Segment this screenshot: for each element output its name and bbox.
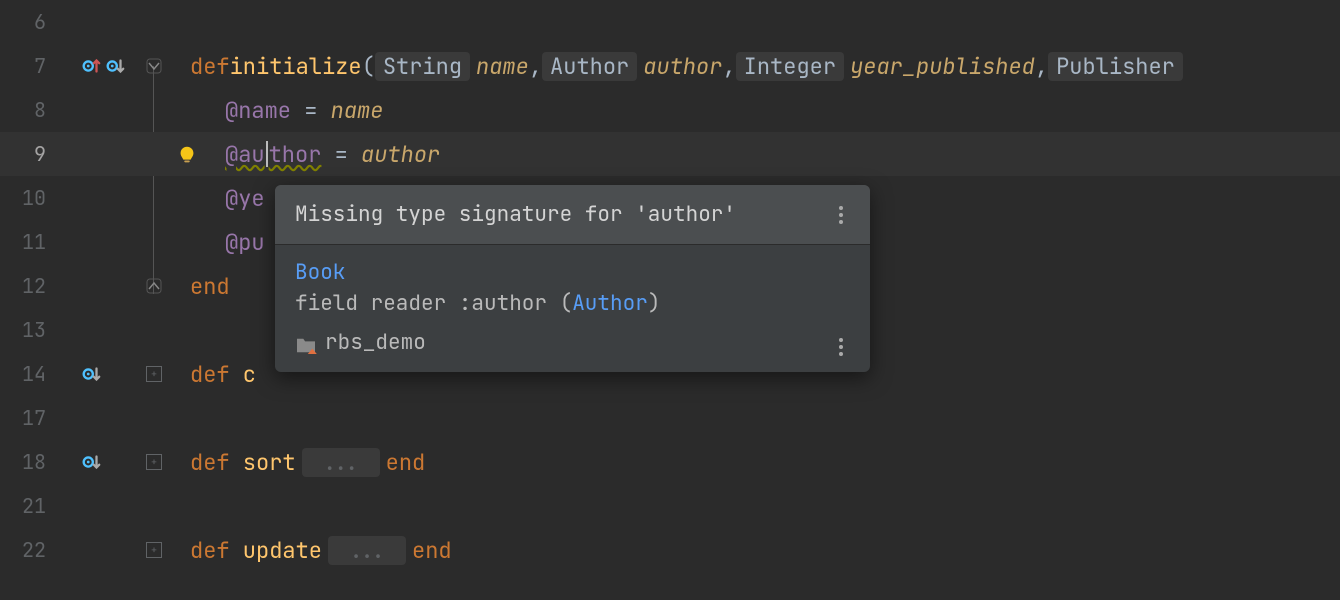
- param: name: [476, 52, 529, 81]
- code-line-active[interactable]: @author = author: [170, 132, 1340, 176]
- line-number: 22: [0, 537, 50, 563]
- method-name: sort: [230, 448, 296, 477]
- gutter-line: 21: [0, 484, 170, 528]
- line-number: 12: [0, 273, 50, 299]
- inspection-tooltip: Missing type signature for 'author' Book…: [275, 185, 870, 372]
- gutter-line: 17: [0, 396, 170, 440]
- code-line[interactable]: def initialize( Stringname, Authorauthor…: [170, 44, 1340, 88]
- param: author: [643, 52, 722, 81]
- more-actions-icon[interactable]: [832, 206, 850, 224]
- override-down-icon[interactable]: [80, 451, 102, 473]
- project-folder-icon: [295, 334, 317, 352]
- tooltip-type: Author: [572, 290, 648, 317]
- ivar-warning: thor: [269, 140, 322, 169]
- gutter: 6 7 8 9 10 11: [0, 0, 170, 600]
- paren-open: (: [362, 52, 375, 81]
- tooltip-body: Book field reader :author (Author) rbs_d…: [275, 244, 870, 372]
- keyword-def: def: [190, 360, 230, 389]
- folded-code[interactable]: ...: [328, 536, 406, 565]
- line-number: 6: [0, 9, 50, 35]
- method-name: initialize: [230, 52, 362, 81]
- code-line[interactable]: @name = name: [170, 88, 1340, 132]
- code-line[interactable]: [170, 396, 1340, 440]
- fold-expand-icon[interactable]: +: [146, 542, 162, 558]
- line-number: 9: [0, 141, 50, 167]
- param-ref: author: [361, 140, 440, 169]
- gutter-line: 10: [0, 176, 170, 220]
- keyword-end: end: [190, 272, 230, 301]
- fold-expand-icon[interactable]: +: [146, 366, 162, 382]
- line-number: 7: [0, 53, 50, 79]
- keyword-end: end: [412, 536, 452, 565]
- keyword-def: def: [190, 448, 230, 477]
- line-number: 21: [0, 493, 50, 519]
- gutter-line: 13: [0, 308, 170, 352]
- code-line[interactable]: def update ... end: [170, 528, 1340, 572]
- code-line[interactable]: [170, 484, 1340, 528]
- code-line[interactable]: def sort ... end: [170, 440, 1340, 484]
- fold-expand-icon[interactable]: +: [146, 454, 162, 470]
- more-actions-icon[interactable]: [832, 338, 850, 356]
- line-number: 14: [0, 361, 50, 387]
- ivar: @pu: [225, 228, 265, 257]
- line-number: 10: [0, 185, 50, 211]
- gutter-line: 6: [0, 0, 170, 44]
- ivar: @name: [225, 96, 291, 125]
- tooltip-header: Missing type signature for 'author': [275, 185, 870, 244]
- fold-end-icon[interactable]: [146, 278, 162, 294]
- ivar-warning: @au: [225, 140, 265, 169]
- tooltip-title: Missing type signature for 'author': [295, 201, 736, 228]
- text-caret: [266, 141, 268, 167]
- line-number: 8: [0, 97, 50, 123]
- line-number: 18: [0, 449, 50, 475]
- gutter-line-active: 9: [0, 132, 170, 176]
- keyword-def: def: [190, 52, 230, 81]
- fold-collapse-icon[interactable]: [146, 58, 162, 74]
- line-number: 17: [0, 405, 50, 431]
- gutter-line: 14 +: [0, 352, 170, 396]
- gutter-line: 18 +: [0, 440, 170, 484]
- code-line[interactable]: [170, 0, 1340, 44]
- tooltip-field-desc: field reader :author (Author): [295, 290, 850, 317]
- ivar: @ye: [225, 184, 265, 213]
- intention-bulb-icon[interactable]: [176, 144, 198, 166]
- tooltip-class-name: Book: [295, 259, 850, 286]
- line-number: 13: [0, 317, 50, 343]
- folded-code[interactable]: ...: [302, 448, 380, 477]
- keyword-end: end: [386, 448, 426, 477]
- method-name: update: [230, 536, 322, 565]
- gutter-line: 22 +: [0, 528, 170, 572]
- line-number: 11: [0, 229, 50, 255]
- param: year_published: [850, 52, 1035, 81]
- override-down-icon[interactable]: [80, 363, 102, 385]
- gutter-line: 7: [0, 44, 170, 88]
- gutter-line: 11: [0, 220, 170, 264]
- method-name: c: [230, 360, 256, 389]
- project-name: rbs_demo: [325, 329, 426, 356]
- type-hint: Publisher: [1048, 52, 1183, 81]
- tooltip-project-row: rbs_demo: [295, 329, 850, 356]
- override-down-icon[interactable]: [104, 55, 126, 77]
- param-ref: name: [331, 96, 384, 125]
- type-hint: Integer: [736, 52, 844, 81]
- gutter-line: 8: [0, 88, 170, 132]
- keyword-def: def: [190, 536, 230, 565]
- type-hint: Author: [542, 52, 637, 81]
- gutter-line: 12: [0, 264, 170, 308]
- type-hint: String: [375, 52, 470, 81]
- override-up-icon[interactable]: [80, 55, 102, 77]
